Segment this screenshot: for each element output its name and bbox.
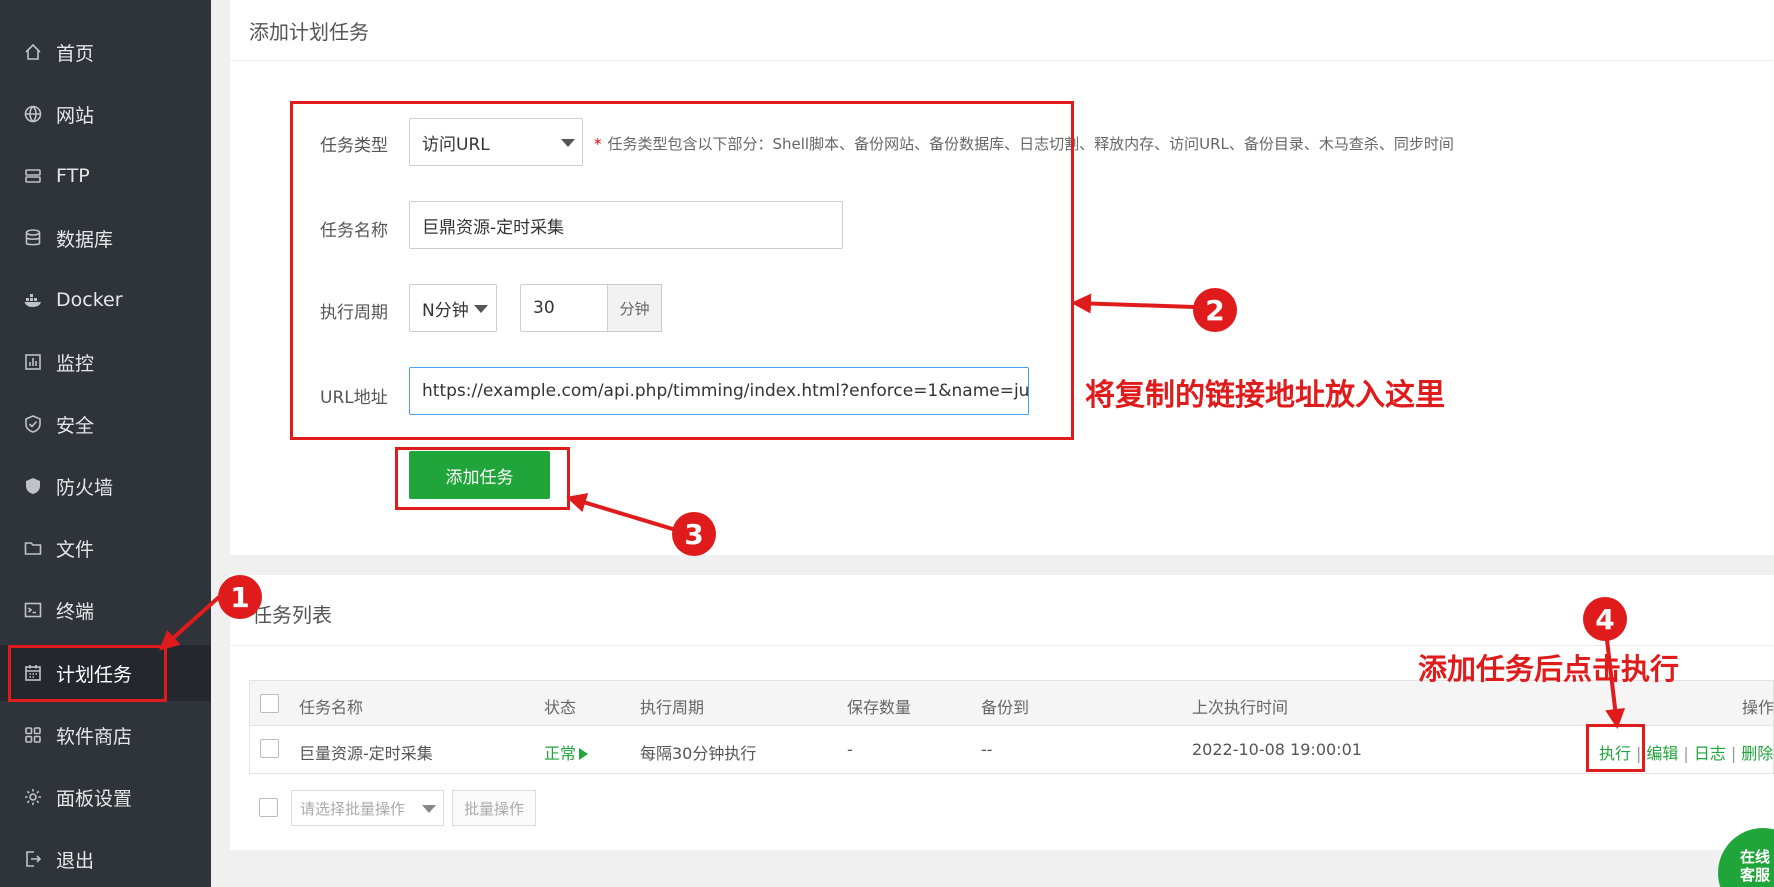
annotation-note-paste-url: 将复制的链接地址放入这里	[1085, 378, 1445, 413]
row-backup-to: --	[981, 740, 993, 759]
row-status-text: 正常	[544, 744, 577, 763]
support-text-2: 客服	[1740, 866, 1771, 884]
shield-icon	[22, 475, 44, 497]
col-keep: 保存数量	[847, 698, 912, 717]
annotation-note-click-execute: 添加任务后点击执行	[1418, 652, 1680, 686]
sidebar-item-label: FTP	[56, 165, 90, 187]
panel-title: 任务列表	[252, 603, 332, 627]
chevron-down-icon	[422, 805, 436, 813]
panel-title: 添加计划任务	[249, 20, 369, 44]
separator: |	[1730, 744, 1737, 763]
database-icon	[22, 227, 44, 249]
select-all-checkbox[interactable]	[260, 694, 279, 713]
marker-1: 1	[218, 575, 262, 619]
col-period: 执行周期	[640, 698, 705, 717]
annotation-box-form	[290, 101, 1074, 440]
row-checkbox[interactable]	[260, 739, 279, 758]
row-period: 每隔30分钟执行	[640, 744, 757, 763]
sidebar-item-database[interactable]: 数据库	[0, 210, 211, 266]
batch-select-placeholder: 请选择批量操作	[300, 799, 406, 818]
divider	[230, 60, 1774, 61]
table-row: 巨量资源-定时采集 正常 每隔30分钟执行 - -- 2022-10-08 19…	[249, 726, 1774, 774]
support-text-1: 在线	[1740, 848, 1771, 866]
sidebar-item-label: 监控	[56, 352, 95, 375]
globe-icon	[22, 103, 44, 125]
sidebar-item-label: 防火墙	[56, 476, 114, 499]
sidebar: 首页 网站 FTP 数据库 Docker 监控 安全 防火墙 文件 终端 计划任…	[0, 0, 211, 887]
docker-icon	[22, 289, 44, 311]
marker-2: 2	[1193, 288, 1237, 332]
sidebar-item-settings[interactable]: 面板设置	[0, 769, 211, 825]
shield-check-icon	[22, 413, 44, 435]
marker-4: 4	[1583, 597, 1627, 641]
annotation-box-execute	[1586, 724, 1645, 772]
row-status[interactable]: 正常	[544, 740, 589, 764]
sidebar-item-label: 软件商店	[56, 725, 133, 748]
sidebar-item-website[interactable]: 网站	[0, 86, 211, 142]
col-last-run: 上次执行时间	[1192, 698, 1289, 717]
sidebar-item-files[interactable]: 文件	[0, 520, 211, 576]
sidebar-item-home[interactable]: 首页	[0, 24, 211, 80]
sidebar-item-label: 文件	[56, 538, 95, 561]
col-task-name: 任务名称	[299, 698, 364, 717]
sidebar-item-label: 数据库	[56, 228, 114, 251]
sidebar-item-logout[interactable]: 退出	[0, 831, 211, 887]
edit-link[interactable]: 编辑	[1646, 744, 1678, 763]
sidebar-item-security[interactable]: 安全	[0, 396, 211, 452]
monitor-icon	[22, 351, 44, 373]
sidebar-item-label: 退出	[56, 849, 95, 872]
annotation-box-cron-menu	[8, 645, 167, 702]
log-link[interactable]: 日志	[1694, 744, 1726, 763]
sidebar-item-label: 网站	[56, 104, 95, 127]
logout-icon	[22, 848, 44, 870]
annotation-box-add-button	[395, 447, 570, 510]
sidebar-item-ftp[interactable]: FTP	[0, 148, 211, 204]
sidebar-item-label: 面板设置	[56, 787, 133, 810]
marker-3: 3	[672, 512, 716, 556]
sidebar-item-label: 终端	[56, 600, 95, 623]
sidebar-item-terminal[interactable]: 终端	[0, 582, 211, 638]
row-last-run: 2022-10-08 19:00:01	[1192, 740, 1362, 759]
sidebar-item-label: 首页	[56, 42, 95, 65]
terminal-icon	[22, 599, 44, 621]
sidebar-item-label: 安全	[56, 414, 95, 437]
sidebar-item-store[interactable]: 软件商店	[0, 707, 211, 763]
sidebar-item-label: Docker	[56, 289, 123, 311]
play-icon	[579, 748, 589, 760]
separator: |	[1683, 744, 1689, 763]
row-task-name: 巨量资源-定时采集	[299, 744, 433, 763]
delete-link[interactable]: 删除	[1741, 744, 1773, 763]
col-backup-to: 备份到	[981, 698, 1030, 717]
gear-icon	[22, 786, 44, 808]
sidebar-item-firewall[interactable]: 防火墙	[0, 458, 211, 514]
ftp-icon	[22, 165, 44, 187]
col-status: 状态	[544, 698, 577, 717]
batch-select[interactable]: 请选择批量操作	[291, 790, 444, 826]
batch-checkbox[interactable]	[259, 798, 278, 817]
home-icon	[22, 41, 44, 63]
folder-icon	[22, 537, 44, 559]
col-actions: 操作	[1742, 698, 1774, 717]
batch-button[interactable]: 批量操作	[452, 790, 536, 826]
sidebar-item-docker[interactable]: Docker	[0, 272, 211, 328]
row-keep: -	[847, 740, 853, 759]
sidebar-item-monitor[interactable]: 监控	[0, 334, 211, 390]
grid-icon	[22, 724, 44, 746]
